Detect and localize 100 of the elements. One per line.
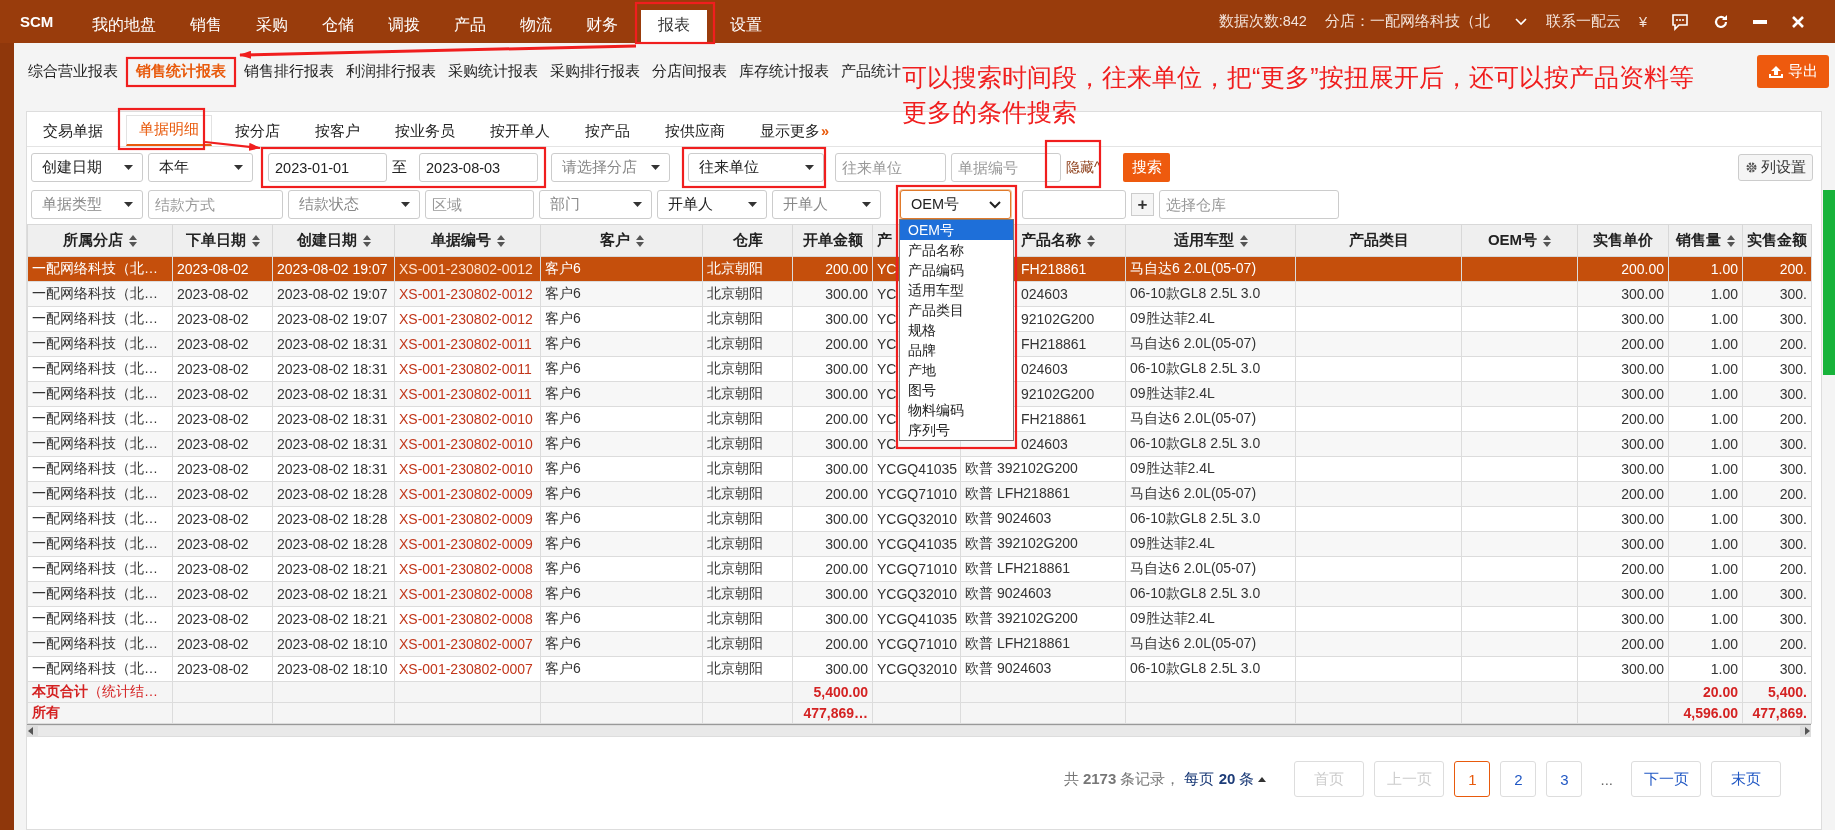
caret-icon[interactable] [1258, 776, 1267, 782]
column-header[interactable]: 销售量 [1668, 224, 1743, 257]
table-cell: 2023-08-02 [177, 486, 249, 502]
column-header[interactable]: OEM号 [1461, 224, 1578, 257]
table-cell: 北京朝阳 [707, 585, 763, 601]
close-icon[interactable] [1791, 14, 1805, 29]
branch-selector[interactable]: 分店：一配网络科技（北 [1324, 12, 1490, 31]
filter-select[interactable]: 单据类型 [31, 190, 143, 219]
nav-tab[interactable]: 采购 [239, 10, 306, 43]
table-cell: 2023-08-02 [177, 286, 249, 302]
column-header[interactable]: 产品类目 [1295, 224, 1462, 257]
column-header[interactable]: 客户 [540, 224, 703, 257]
input-field[interactable]: 往来单位 [835, 153, 946, 182]
show-more-tab[interactable]: 显示更多» [748, 118, 842, 146]
table-cell: 200.00 [1621, 411, 1664, 427]
date-field[interactable]: 2023-08-03 [419, 153, 538, 182]
report-tab[interactable]: 库存统计报表 [733, 62, 835, 81]
report-tab[interactable]: 销售排行报表 [238, 62, 340, 81]
table-cell: 300.00 [1621, 661, 1664, 677]
report-tab[interactable]: 采购统计报表 [442, 62, 544, 81]
nav-tab[interactable]: 物流 [503, 10, 570, 43]
report-view-tab[interactable]: 按客户 [303, 118, 372, 146]
input-field[interactable] [1022, 190, 1126, 219]
sort-icon[interactable] [251, 234, 260, 247]
table-cell: 06-10款GL8 2.5L 3.0 [1130, 585, 1261, 601]
chat-icon[interactable] [1671, 12, 1689, 31]
table-cell: 200. [1779, 411, 1807, 427]
report-view-tab[interactable]: 交易单据 [31, 118, 115, 146]
column-header[interactable]: 实售单价 [1577, 224, 1669, 257]
column-settings-button[interactable]: 列设置 [1738, 154, 1813, 181]
filter-select[interactable]: 开单人 [657, 190, 767, 219]
filter-select[interactable]: OEM号 [900, 190, 1011, 219]
report-view-tab[interactable]: 按供应商 [653, 118, 737, 146]
input-field[interactable]: 结款方式 [148, 190, 283, 219]
table-cell: 1.00 [1710, 286, 1738, 302]
report-view-tab[interactable]: 按业务员 [383, 118, 467, 146]
page-button[interactable]: 2 [1500, 761, 1537, 797]
sort-icon[interactable] [1239, 234, 1248, 247]
report-view-tab[interactable]: 按分店 [223, 118, 292, 146]
input-field[interactable]: 区域 [425, 190, 534, 219]
table-cell: 北京朝阳 [707, 660, 763, 676]
report-tab[interactable]: 分店间报表 [646, 62, 733, 81]
column-header[interactable]: 下单日期 [172, 224, 273, 257]
contact-link[interactable]: 联系一配云 [1545, 12, 1621, 31]
nav-tab[interactable]: 设置 [713, 10, 780, 43]
filter-select[interactable]: 往来单位 [688, 153, 824, 182]
refresh-icon[interactable] [1713, 13, 1729, 30]
input-field[interactable]: 选择仓库 [1159, 190, 1339, 219]
filter-select[interactable]: 开单人 [772, 190, 881, 219]
nav-tab[interactable]: 财务 [569, 10, 636, 43]
report-tab[interactable]: 综合营业报表 [22, 62, 124, 81]
dropdown-option[interactable]: OEM号 [900, 220, 1013, 240]
date-field[interactable]: 2023-01-01 [268, 153, 387, 182]
report-view-tab[interactable]: 按开单人 [478, 118, 562, 146]
column-header[interactable]: 适用车型 [1125, 224, 1296, 257]
nav-tab[interactable]: 仓储 [305, 10, 372, 43]
sort-icon[interactable] [1543, 234, 1552, 247]
column-header[interactable]: 单据编号 [394, 224, 541, 257]
filter-select[interactable]: 本年 [148, 153, 253, 182]
sort-icon[interactable] [1087, 234, 1095, 247]
currency-button[interactable]: ¥ [1638, 13, 1647, 30]
page-button[interactable]: 3 [1546, 761, 1583, 797]
filter-select[interactable]: 结款状态 [288, 190, 420, 219]
scroll-right-icon[interactable] [1803, 727, 1811, 735]
nav-tab[interactable]: 销售 [173, 10, 240, 43]
report-tab[interactable]: 利润排行报表 [340, 62, 442, 81]
page-button[interactable]: 末页 [1711, 761, 1781, 797]
horizontal-scrollbar[interactable] [27, 724, 1811, 737]
report-tab[interactable]: 采购排行报表 [544, 62, 646, 81]
page-size-link[interactable]: 每页 20 条 [1184, 769, 1255, 789]
sort-icon[interactable] [496, 234, 505, 247]
nav-tab[interactable]: 产品 [437, 10, 504, 43]
column-header[interactable]: 实售金额 [1742, 224, 1812, 257]
table-cell: 1.00 [1710, 636, 1738, 652]
sort-icon[interactable] [362, 234, 371, 247]
add-button[interactable]: + [1131, 193, 1154, 216]
filter-select[interactable]: 创建日期 [31, 153, 143, 182]
input-field[interactable]: 单据编号 [951, 153, 1061, 182]
table-cell: 马自达6 2.0L(05-07) [1130, 410, 1257, 426]
column-header[interactable]: 开单金额 [792, 224, 873, 257]
sort-icon[interactable] [129, 234, 137, 247]
nav-tab[interactable]: 调拨 [371, 10, 438, 43]
minimize-icon[interactable] [1753, 19, 1767, 24]
sort-icon[interactable] [1727, 234, 1735, 247]
column-header[interactable]: 所属分店 [27, 224, 173, 257]
nav-tab[interactable]: 报表 [641, 10, 708, 43]
nav-tab[interactable]: 我的地盘 [75, 10, 174, 43]
report-view-tab[interactable]: 单据明细 [126, 115, 212, 146]
table-cell: 300.00 [1621, 611, 1664, 627]
table-cell: 欧普 LFH218861 [965, 560, 1071, 576]
filter-select[interactable]: 请选择分店 [551, 153, 670, 182]
sort-icon[interactable] [635, 234, 644, 247]
report-view-tab[interactable]: 按产品 [573, 118, 642, 146]
scroll-left-icon[interactable] [27, 727, 35, 735]
page-button[interactable]: 下一页 [1631, 761, 1701, 797]
filter-select[interactable]: 部门 [539, 190, 652, 219]
page-button[interactable]: 1 [1454, 761, 1491, 797]
column-header[interactable]: 创建日期 [272, 224, 395, 257]
column-header[interactable]: 仓库 [702, 224, 793, 257]
caret-icon[interactable] [1513, 16, 1528, 27]
